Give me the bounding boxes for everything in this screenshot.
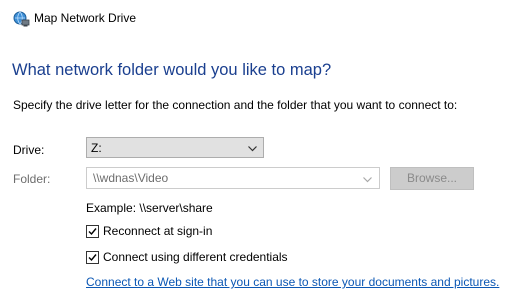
folder-combobox[interactable]: \\wdnas\Video	[86, 167, 380, 189]
instructions-text: Specify the drive letter for the connect…	[13, 98, 458, 112]
reconnect-checkbox[interactable]	[86, 225, 99, 238]
title-bar: Map Network Drive	[0, 0, 521, 36]
example-text: Example: \\server\share	[86, 201, 213, 215]
folder-label: Folder:	[13, 172, 51, 186]
folder-input-value: \\wdnas\Video	[93, 171, 169, 185]
credentials-label[interactable]: Connect using different credentials	[103, 250, 288, 264]
credentials-checkbox[interactable]	[86, 251, 99, 264]
reconnect-label[interactable]: Reconnect at sign-in	[103, 224, 212, 238]
drive-select-value: Z:	[91, 141, 102, 155]
chevron-down-icon	[248, 142, 257, 152]
web-site-link[interactable]: Connect to a Web site that you can use t…	[86, 275, 499, 289]
chevron-down-icon[interactable]	[363, 173, 372, 183]
page-heading: What network folder would you like to ma…	[12, 61, 332, 79]
browse-button[interactable]: Browse...	[390, 167, 474, 190]
network-drive-icon	[13, 11, 30, 27]
drive-select[interactable]: Z:	[86, 137, 264, 158]
window-title: Map Network Drive	[34, 11, 137, 25]
drive-label: Drive:	[13, 143, 45, 157]
